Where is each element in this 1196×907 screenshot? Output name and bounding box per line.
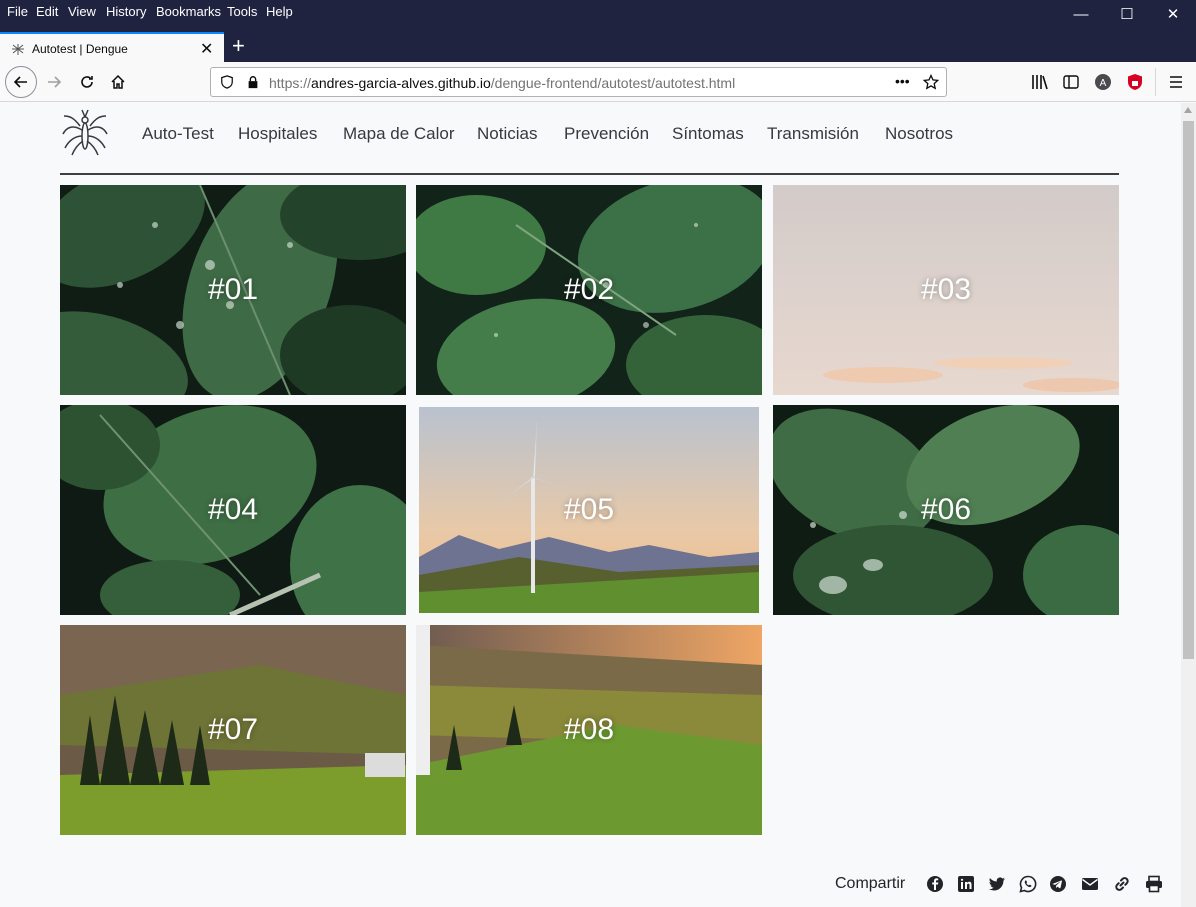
- print-icon[interactable]: [1145, 875, 1163, 893]
- menu-edit[interactable]: Edit: [36, 4, 58, 19]
- page-actions-button[interactable]: •••: [895, 73, 910, 89]
- menu-bookmarks[interactable]: Bookmarks: [156, 4, 221, 19]
- nav-sintomas[interactable]: Síntomas: [672, 124, 744, 144]
- mosquito-icon: [12, 44, 24, 55]
- reload-icon: [81, 76, 93, 88]
- whatsapp-icon[interactable]: [1019, 875, 1037, 893]
- close-window-button[interactable]: ✕: [1150, 0, 1196, 30]
- library-icon[interactable]: [1031, 74, 1049, 90]
- arrow-left-icon: [13, 76, 27, 88]
- facebook-icon[interactable]: [926, 875, 944, 893]
- nav-noticias[interactable]: Noticias: [477, 124, 537, 144]
- link-icon[interactable]: [1113, 875, 1131, 893]
- nav-transmision[interactable]: Transmisión: [767, 124, 859, 144]
- tile-02[interactable]: #02: [416, 185, 762, 395]
- tab-autotest[interactable]: Autotest | Dengue ✕: [0, 32, 224, 62]
- tile-05[interactable]: #05: [419, 407, 759, 613]
- tile-label: #02: [563, 273, 615, 306]
- email-icon[interactable]: [1081, 875, 1099, 893]
- sidebar-icon[interactable]: [1063, 74, 1079, 90]
- reload-button[interactable]: [72, 67, 102, 97]
- tile-03[interactable]: #03: [773, 185, 1119, 395]
- scroll-up-arrow-icon[interactable]: [1184, 107, 1192, 113]
- tile-label: #06: [920, 493, 972, 526]
- menu-bar: File Edit View History Bookmarks Tools H…: [0, 0, 1196, 30]
- menu-help[interactable]: Help: [266, 4, 293, 19]
- tab-bar: Autotest | Dengue ✕ +: [0, 30, 1196, 62]
- tile-08[interactable]: #08: [416, 625, 762, 835]
- tile-06[interactable]: #06: [773, 405, 1119, 615]
- scroll-thumb[interactable]: [1183, 121, 1194, 659]
- lock-icon[interactable]: [246, 75, 260, 89]
- hamburger-menu-icon[interactable]: [1168, 74, 1184, 90]
- tile-label: #03: [920, 273, 972, 306]
- ublock-shield-icon[interactable]: [1127, 73, 1143, 91]
- nav-hospitales[interactable]: Hospitales: [238, 124, 317, 144]
- arrow-right-icon: [48, 76, 62, 88]
- nav-nosotros[interactable]: Nosotros: [885, 124, 953, 144]
- nav-auto-test[interactable]: Auto-Test: [142, 124, 214, 144]
- menu-view[interactable]: View: [68, 4, 96, 19]
- mosquito-logo-icon[interactable]: [60, 108, 110, 156]
- minimize-button[interactable]: —: [1058, 0, 1104, 30]
- bookmark-star-icon[interactable]: [923, 74, 939, 90]
- maximize-button[interactable]: ☐: [1104, 0, 1150, 30]
- new-tab-button[interactable]: +: [232, 33, 245, 59]
- svg-text:A: A: [1100, 78, 1107, 89]
- linkedin-icon[interactable]: [957, 875, 975, 893]
- menu-file[interactable]: File: [7, 4, 28, 19]
- header-divider: [60, 173, 1119, 175]
- home-icon: [111, 74, 125, 89]
- back-button[interactable]: [5, 66, 37, 98]
- url-bar[interactable]: https://andres-garcia-alves.github.io/de…: [210, 67, 947, 97]
- account-icon[interactable]: A: [1095, 74, 1111, 90]
- nav-mapa-de-calor[interactable]: Mapa de Calor: [343, 124, 455, 144]
- nav-prevencion[interactable]: Prevención: [564, 124, 649, 144]
- toolbar-separator: [1155, 68, 1156, 96]
- tile-label: #01: [207, 273, 259, 306]
- page-scrollbar[interactable]: [1181, 103, 1196, 907]
- url-text[interactable]: https://andres-garcia-alves.github.io/de…: [269, 75, 735, 91]
- page-content: Auto-Test Hospitales Mapa de Calor Notic…: [0, 103, 1181, 907]
- menu-tools[interactable]: Tools: [227, 4, 257, 19]
- tile-label: #05: [563, 493, 615, 526]
- navigation-toolbar: https://andres-garcia-alves.github.io/de…: [0, 62, 1196, 102]
- tile-07[interactable]: #07: [60, 625, 406, 835]
- tile-04[interactable]: #04: [60, 405, 406, 615]
- tab-close-button[interactable]: ✕: [200, 39, 213, 59]
- share-label: Compartir: [835, 875, 906, 892]
- tab-title: Autotest | Dengue: [32, 42, 128, 56]
- twitter-icon[interactable]: [988, 875, 1006, 893]
- tile-label: #07: [207, 713, 259, 746]
- tile-label: #04: [207, 493, 259, 526]
- telegram-icon[interactable]: [1049, 875, 1067, 893]
- shield-icon[interactable]: [220, 75, 234, 89]
- menu-history[interactable]: History: [106, 4, 146, 19]
- forward-button[interactable]: [39, 67, 69, 97]
- tile-label: #08: [563, 713, 615, 746]
- tile-01[interactable]: #01: [60, 185, 406, 395]
- home-button[interactable]: [103, 67, 133, 97]
